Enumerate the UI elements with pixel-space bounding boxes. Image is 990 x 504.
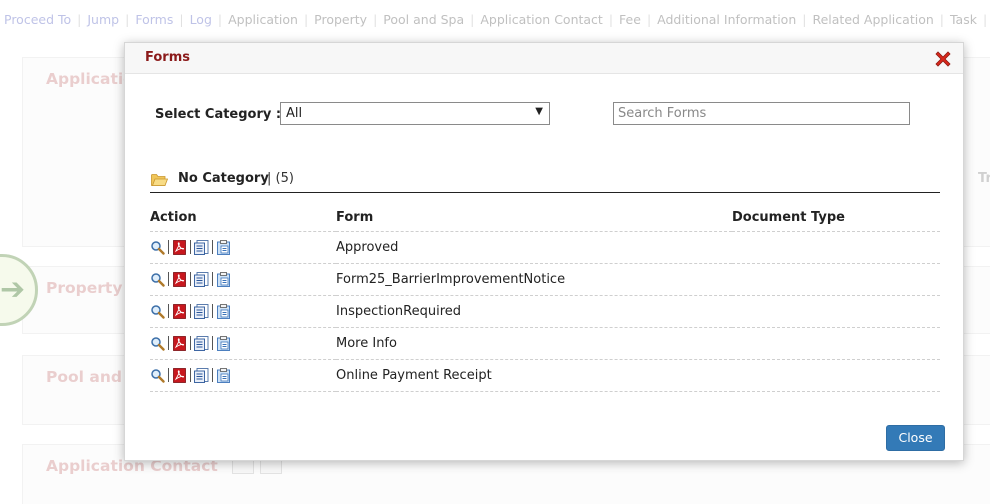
row-actions [150, 367, 336, 383]
column-header-form: Form [336, 210, 374, 226]
table-header-row: Action Form Document Type [150, 205, 940, 231]
pdf-icon[interactable] [172, 239, 187, 255]
preview-icon[interactable] [150, 240, 165, 255]
category-section-header[interactable]: No Category | (5) [150, 170, 940, 193]
form-name-cell[interactable]: Form25_BarrierImprovementNotice [336, 262, 732, 295]
pdf-icon[interactable] [172, 271, 187, 287]
action-separator [212, 272, 213, 286]
word-icon[interactable] [194, 303, 209, 319]
form-name-cell[interactable]: More Info [336, 326, 732, 359]
document-type-cell [732, 294, 940, 327]
clipboard-icon[interactable] [216, 335, 231, 351]
row-actions [150, 239, 336, 255]
pdf-icon[interactable] [172, 367, 187, 383]
action-cell [150, 358, 336, 392]
clipboard-icon[interactable] [216, 271, 231, 287]
category-name: No Category [178, 171, 269, 186]
action-separator [190, 272, 191, 286]
preview-icon[interactable] [150, 304, 165, 319]
action-separator [212, 240, 213, 254]
table-row: InspectionRequired [150, 294, 940, 327]
clipboard-icon[interactable] [216, 303, 231, 319]
search-forms-input[interactable] [613, 102, 910, 125]
action-separator [212, 368, 213, 382]
category-select[interactable]: All ▼ [280, 102, 550, 125]
column-header-action: Action [150, 210, 197, 226]
action-separator [190, 336, 191, 350]
word-icon[interactable] [194, 239, 209, 255]
pdf-icon[interactable] [172, 335, 187, 351]
modal-header: Forms [125, 43, 963, 74]
clipboard-icon[interactable] [216, 239, 231, 255]
form-name-cell[interactable]: Approved [336, 230, 732, 263]
document-type-cell [732, 230, 940, 263]
action-separator [190, 368, 191, 382]
row-actions [150, 271, 336, 287]
document-type-cell [732, 326, 940, 359]
close-button[interactable]: Close [886, 425, 945, 451]
form-name-cell[interactable]: Online Payment Receipt [336, 358, 732, 392]
table-row: Form25_BarrierImprovementNotice [150, 262, 940, 295]
category-select-value: All [286, 106, 303, 121]
modal-title: Forms [145, 50, 190, 65]
action-separator [168, 240, 169, 254]
close-icon[interactable] [933, 49, 953, 69]
dropdown-arrow-icon: ▼ [535, 106, 543, 117]
category-label: Select Category : [155, 107, 282, 122]
word-icon[interactable] [194, 271, 209, 287]
action-separator [190, 304, 191, 318]
table-row: More Info [150, 326, 940, 359]
action-separator [168, 304, 169, 318]
word-icon[interactable] [194, 335, 209, 351]
forms-modal: Forms Select Category : All ▼ No Categor… [124, 42, 964, 461]
row-actions [150, 335, 336, 351]
preview-icon[interactable] [150, 272, 165, 287]
row-actions [150, 303, 336, 319]
action-cell [150, 326, 336, 359]
action-separator [190, 240, 191, 254]
action-separator [212, 336, 213, 350]
preview-icon[interactable] [150, 368, 165, 383]
column-header-document-type: Document Type [732, 210, 845, 226]
action-separator [168, 272, 169, 286]
folder-icon [151, 174, 168, 186]
preview-icon[interactable] [150, 336, 165, 351]
document-type-cell [732, 262, 940, 295]
action-cell [150, 230, 336, 263]
category-count: | (5) [267, 171, 294, 186]
form-name-cell[interactable]: InspectionRequired [336, 294, 732, 327]
action-cell [150, 262, 336, 295]
word-icon[interactable] [194, 367, 209, 383]
pdf-icon[interactable] [172, 303, 187, 319]
document-type-cell [732, 358, 940, 392]
action-separator [168, 336, 169, 350]
forms-table: Action Form Document Type Approved Form25… [150, 205, 940, 392]
action-separator [168, 368, 169, 382]
action-separator [212, 304, 213, 318]
table-row: Approved [150, 230, 940, 263]
table-row: Online Payment Receipt [150, 358, 940, 392]
action-cell [150, 294, 336, 327]
clipboard-icon[interactable] [216, 367, 231, 383]
